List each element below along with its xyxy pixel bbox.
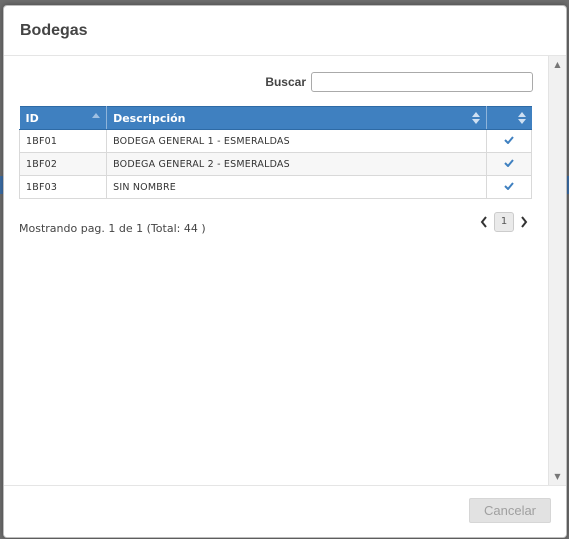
search-input[interactable]	[311, 72, 533, 92]
sort-icon	[471, 112, 480, 124]
chevron-right-icon	[521, 216, 528, 228]
prev-page-button[interactable]	[477, 212, 491, 232]
sort-icon	[517, 112, 526, 124]
column-header-selected[interactable]	[486, 106, 532, 130]
scroll-down-arrow-icon[interactable]: ▼	[549, 470, 566, 484]
modal-title: Bodegas	[20, 22, 88, 39]
cell-selected[interactable]	[485, 175, 533, 199]
search-row: Buscar	[265, 71, 533, 93]
column-header-id-label: ID	[25, 111, 39, 125]
cell-selected[interactable]	[485, 152, 533, 176]
modal-header: Bodegas	[4, 6, 566, 56]
modal-body: Buscar ID Descripción 1BF01 BODEGA GENER…	[4, 56, 548, 486]
cell-id: 1BF01	[18, 129, 108, 153]
cell-id: 1BF02	[18, 152, 108, 176]
cell-selected[interactable]	[485, 129, 533, 153]
check-icon	[504, 135, 514, 144]
cancel-button[interactable]: Cancelar	[469, 498, 551, 523]
pagination: 1	[477, 212, 531, 232]
modal-scrollbar[interactable]: ▲ ▼	[548, 56, 566, 486]
modal-footer: Cancelar	[4, 485, 566, 537]
table-row[interactable]: 1BF01 BODEGA GENERAL 1 - ESMERALDAS	[18, 129, 533, 153]
pagination-info: Mostrando pag. 1 de 1 (Total: 44 )	[19, 222, 206, 235]
column-header-description[interactable]: Descripción	[106, 106, 487, 130]
check-icon	[504, 181, 514, 190]
cell-description: BODEGA GENERAL 1 - ESMERALDAS	[106, 129, 487, 153]
cell-description: BODEGA GENERAL 2 - ESMERALDAS	[106, 152, 487, 176]
scroll-up-arrow-icon[interactable]: ▲	[549, 58, 566, 72]
cell-description: SIN NOMBRE	[106, 175, 487, 199]
check-icon	[504, 158, 514, 167]
table-row[interactable]: 1BF02 BODEGA GENERAL 2 - ESMERALDAS	[18, 152, 533, 176]
search-label: Buscar	[265, 75, 306, 89]
cell-id: 1BF03	[18, 175, 108, 199]
sort-asc-icon	[92, 113, 101, 118]
chevron-left-icon	[480, 216, 487, 228]
table-row[interactable]: 1BF03 SIN NOMBRE	[18, 175, 533, 199]
table-header-row: ID Descripción	[19, 106, 532, 130]
column-header-id[interactable]: ID	[19, 106, 108, 130]
page-number-button[interactable]: 1	[494, 212, 514, 232]
next-page-button[interactable]	[517, 212, 531, 232]
column-header-description-label: Descripción	[113, 111, 186, 125]
bodegas-modal: Bodegas Buscar ID Descripción 1BF01 BODE…	[3, 5, 567, 538]
bodegas-table: ID Descripción 1BF01 BODEGA GENERAL 1 - …	[18, 106, 533, 199]
